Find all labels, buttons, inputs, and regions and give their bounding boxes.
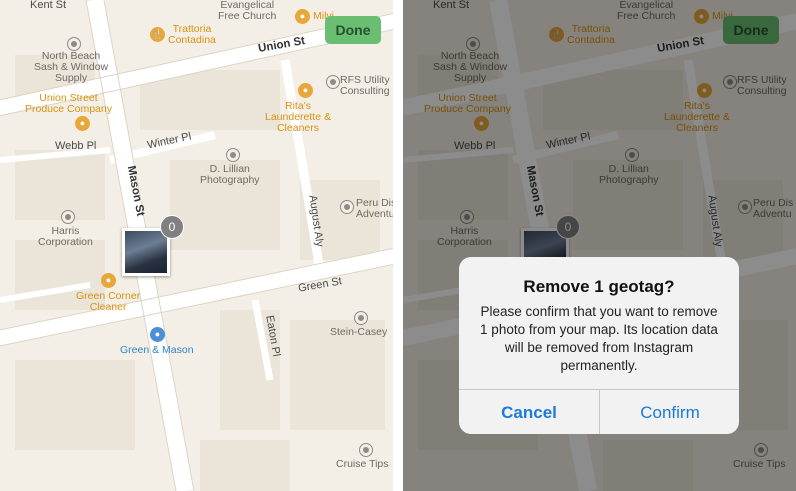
remove-geotag-dialog: Remove 1 geotag? Please confirm that you… (459, 257, 739, 434)
street-kent: Kent St (30, 0, 67, 11)
street-webb: Webb Pl (55, 140, 97, 152)
place-union-produce[interactable]: Union Street Produce Company (25, 93, 112, 115)
place-stein[interactable]: Stein-Casey (330, 327, 387, 338)
dialog-message: Please confirm that you want to remove 1… (480, 304, 718, 373)
place-peru[interactable]: Peru Dis Adventu (356, 198, 393, 220)
place-pin-icon[interactable] (341, 201, 353, 213)
place-dlillian[interactable]: D. Lillian Photography (200, 164, 260, 186)
place-pin-icon[interactable] (327, 76, 339, 88)
hanger-icon[interactable]: ● (101, 273, 116, 288)
place-pin-icon[interactable] (355, 312, 367, 324)
place-ritas[interactable]: Rita's Launderette & Cleaners (265, 101, 331, 134)
bus-icon[interactable]: ● (150, 327, 165, 342)
place-green-corner[interactable]: Green Corner Cleaner (76, 291, 140, 313)
map-panel-left[interactable]: Kent St Union St Winter Pl Webb Pl Mason… (0, 0, 393, 491)
fork-knife-icon[interactable]: 🍴 (150, 27, 165, 42)
cart-icon[interactable]: ● (75, 116, 90, 131)
place-evangelical[interactable]: Evangelical Free Church (218, 0, 276, 22)
place-harris[interactable]: Harris Corporation (38, 226, 93, 248)
photo-count-badge: 0 (160, 215, 184, 239)
place-cruise[interactable]: Cruise Tips (336, 459, 389, 470)
place-rfs[interactable]: RFS Utility Consulting (340, 75, 390, 97)
place-pin-icon[interactable] (68, 38, 80, 50)
dialog-button-row: Cancel Confirm (459, 389, 739, 434)
place-pin-icon[interactable] (62, 211, 74, 223)
photo-image (125, 231, 167, 273)
cancel-button[interactable]: Cancel (459, 390, 599, 434)
place-north-beach[interactable]: North Beach Sash & Window Supply (34, 51, 108, 84)
bag-icon[interactable]: ● (295, 9, 310, 24)
place-green-mason[interactable]: Green & Mason (120, 345, 194, 356)
place-pin-icon[interactable] (227, 149, 239, 161)
hanger-icon[interactable]: ● (298, 83, 313, 98)
place-pin-icon[interactable] (360, 444, 372, 456)
place-trattoria[interactable]: Trattoria Contadina (168, 24, 216, 46)
map-panel-right: Kent St Union St Winter Pl Webb Pl Mason… (403, 0, 796, 491)
dialog-title: Remove 1 geotag? (523, 277, 675, 296)
confirm-button[interactable]: Confirm (599, 390, 739, 434)
done-button[interactable]: Done (325, 16, 381, 44)
